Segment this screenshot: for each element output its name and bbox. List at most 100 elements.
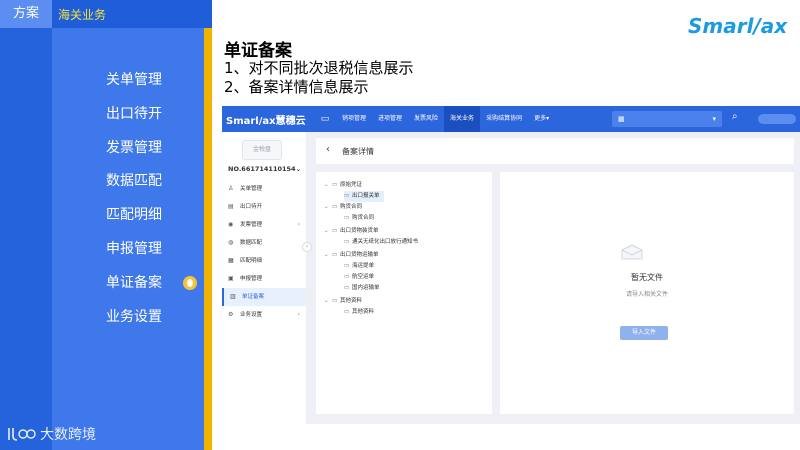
tree-label: 国内运输单: [352, 285, 380, 291]
expand-caret-icon[interactable]: ⌄: [324, 250, 332, 261]
nav-tab[interactable]: 发票风险: [408, 106, 444, 132]
brand-logo-icon: [8, 428, 36, 441]
side-menu-label: 出口待开: [240, 204, 263, 210]
company-id[interactable]: NO.661714110154⌄: [228, 165, 301, 173]
tree-label: 航空运单: [352, 274, 375, 280]
nav-tab[interactable]: 进项管理: [372, 106, 408, 132]
menu-item[interactable]: 申报管理: [52, 235, 204, 269]
tree-folder[interactable]: ⌄ ▭ 出口货物装货单: [324, 226, 379, 237]
expand-caret-icon[interactable]: ⌄: [324, 180, 332, 191]
nav-tab[interactable]: 更多▾: [528, 106, 555, 132]
side-menu-label: 关单管理: [240, 186, 263, 192]
menu-item[interactable]: 数据匹配: [52, 167, 204, 201]
empty-folder-icon: [621, 244, 643, 260]
menu-item-label: 业务设置: [106, 308, 162, 325]
side-menu-item[interactable]: ♙ 关单管理: [222, 180, 306, 198]
tree-folder[interactable]: ⌄ ▭ 其他资料: [324, 296, 362, 307]
tree-folder[interactable]: ⌄ ▭ 原始凭证: [324, 180, 362, 191]
active-indicator-icon: [183, 275, 197, 290]
tree-leaf[interactable]: ▭ 其他资料: [344, 307, 374, 318]
folder-icon: ▭: [332, 182, 338, 188]
menu-item-label: 关单管理: [106, 72, 162, 88]
monitor-icon[interactable]: ▭: [314, 106, 336, 132]
tree-label: 海运提单: [352, 263, 375, 269]
menu-item[interactable]: 发票管理: [52, 134, 204, 168]
tab-customs-business[interactable]: 海关业务: [52, 0, 212, 28]
tree-leaf[interactable]: ▭ 通关无纸化出口放行通知书: [344, 237, 418, 248]
menu-item-label: 匹配明细: [106, 207, 162, 224]
app-logo: Smarl/ax慧穗云: [226, 116, 306, 127]
side-menu-item[interactable]: ▤ 出口待开: [222, 198, 306, 216]
folder-icon: ▭: [344, 285, 350, 291]
app-sidebar: 金税盘 NO.661714110154⌄ ♙ 关单管理 ▤ 出口待开 ◉ 发票管理 › ◍ 数据…: [222, 132, 306, 424]
document-preview: 暂无文件 请导入相关文件 导入文件: [500, 172, 794, 414]
menu-icon: ◉: [228, 221, 234, 228]
folder-icon: ▭: [332, 228, 338, 234]
chevron-down-icon: ▾: [712, 115, 716, 123]
tree-label: 其他资料: [340, 298, 363, 304]
app-top-bar: Smarl/ax慧穗云 ▭ 销项管理 进项管理 发票风险 海关业务 采购结算协同 更多▾ …: [222, 106, 800, 132]
menu-item[interactable]: 关单管理: [52, 66, 204, 100]
tree-leaf[interactable]: ▭ 购货合同: [344, 213, 374, 224]
menu-icon: ▥: [230, 293, 236, 300]
app-nav: ▭ 销项管理 进项管理 发票风险 海关业务 采购结算协同 更多▾: [314, 106, 555, 132]
chevron-down-icon: ⌄: [295, 165, 302, 173]
building-icon: ▦: [618, 115, 625, 123]
tree-leaf[interactable]: ▭ 出口报关单: [344, 191, 384, 202]
slide-point-2: 2、备案详情信息展示: [224, 78, 369, 96]
menu-item[interactable]: 出口待开: [52, 100, 204, 134]
folder-icon: ▭: [344, 309, 350, 315]
tree-label: 购货合同: [352, 215, 375, 221]
side-menu-item[interactable]: ◍ 数据匹配: [222, 234, 306, 252]
left-strip: [0, 0, 52, 450]
company-select[interactable]: ▦ ▾: [612, 111, 722, 127]
side-menu-item[interactable]: ▣ 申报管理: [222, 270, 306, 288]
side-menu-label: 申报管理: [240, 276, 263, 282]
empty-subtitle: 请导入相关文件: [625, 291, 668, 298]
expand-caret-icon[interactable]: ⌄: [324, 226, 332, 237]
tree-leaf[interactable]: ▭ 航空运单: [344, 272, 374, 283]
menu-item[interactable]: 业务设置: [52, 303, 204, 337]
side-menu-label: 业务设置: [240, 312, 263, 318]
side-menu-item[interactable]: ▦ 匹配明细: [222, 252, 306, 270]
chevron-right-icon: ›: [297, 221, 300, 228]
tree-label: 出口报关单: [352, 193, 380, 199]
tab-solution[interactable]: 方案: [0, 0, 52, 28]
tree-label: 原始凭证: [340, 182, 363, 188]
menu-icon: ▣: [228, 275, 234, 282]
search-icon[interactable]: ⌕: [732, 111, 738, 122]
side-menu-item[interactable]: ◉ 发票管理 ›: [222, 216, 306, 234]
tree-label: 出口货物运输单: [340, 252, 379, 258]
sidebar-collapse-button[interactable]: ‹: [302, 242, 312, 252]
tree-leaf[interactable]: ▭ 海运提单: [344, 261, 374, 272]
side-menu-label: 发票管理: [240, 222, 263, 228]
side-menu-item[interactable]: ⚙ 业务设置 ›: [222, 306, 306, 324]
expand-caret-icon[interactable]: ⌄: [324, 296, 332, 307]
menu-item-label: 申报管理: [106, 240, 162, 257]
tree-leaf[interactable]: ▭ 国内运输单: [344, 283, 380, 294]
side-menu-item[interactable]: ▥ 单证备案: [222, 288, 306, 306]
menu-item[interactable]: 单证备案: [52, 269, 204, 303]
chevron-down-icon: ▾: [546, 115, 550, 122]
menu-item-label: 数据匹配: [106, 173, 162, 190]
breadcrumb-title: 备案详情: [342, 147, 374, 156]
smartax-logo: Smarl/ax: [688, 14, 788, 38]
import-file-button[interactable]: 导入文件: [620, 326, 668, 340]
tree-folder[interactable]: ⌄ ▭ 购货合同: [324, 202, 362, 213]
back-arrow-icon[interactable]: ‹: [326, 144, 330, 155]
chevron-right-icon: ›: [297, 311, 300, 318]
nav-tab[interactable]: 采购结算协同: [480, 106, 528, 132]
breadcrumb: ‹ 备案详情: [316, 138, 794, 164]
tree-folder[interactable]: ⌄ ▭ 出口货物运输单: [324, 250, 379, 261]
user-avatar[interactable]: [758, 114, 796, 124]
nav-tab[interactable]: 海关业务: [444, 106, 481, 132]
menu-icon: ▦: [228, 257, 234, 264]
menu-item[interactable]: 匹配明细: [52, 201, 204, 235]
menu-item-label: 出口待开: [106, 105, 162, 122]
tree-label: 购货合同: [340, 204, 363, 210]
nav-tab[interactable]: 销项管理: [336, 106, 372, 132]
tree-label: 其他资料: [352, 309, 375, 315]
folder-icon: ▭: [344, 215, 350, 221]
menu-icon: ◍: [228, 239, 234, 246]
expand-caret-icon[interactable]: ⌄: [324, 202, 332, 213]
